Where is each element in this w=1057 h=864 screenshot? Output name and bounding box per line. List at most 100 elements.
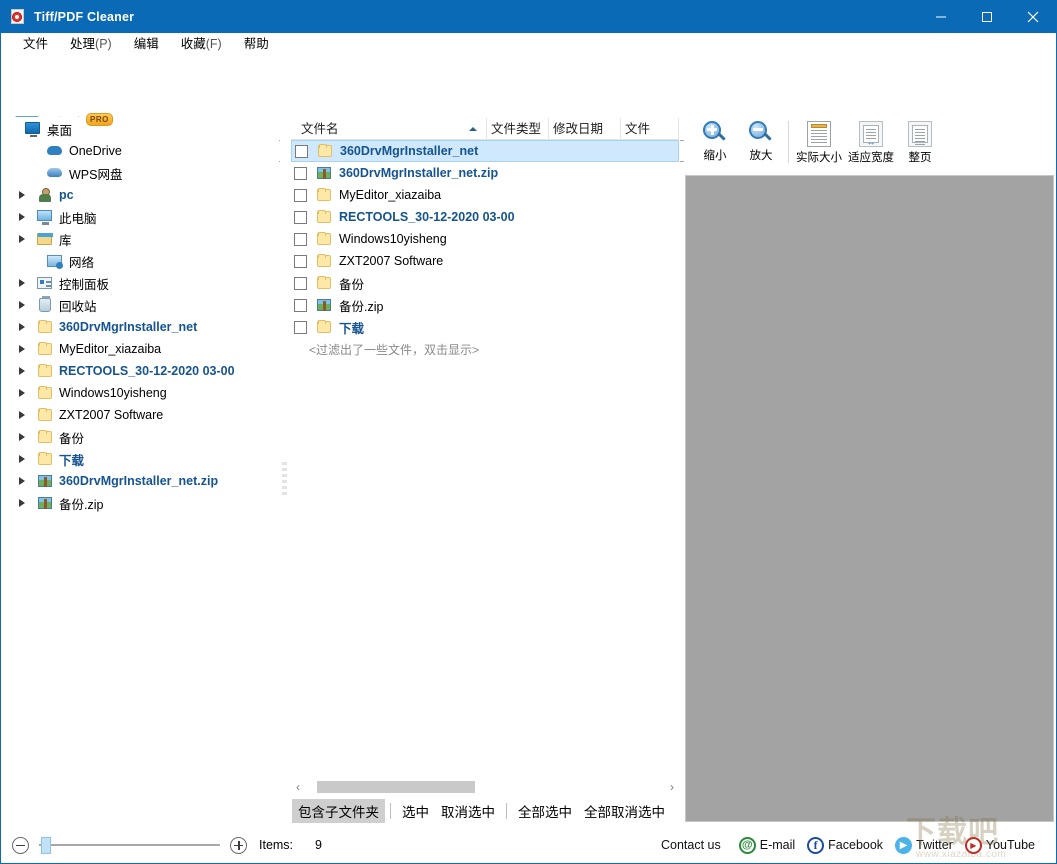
tree-item-label: 备份 [59,431,85,446]
expander-arrow-icon[interactable] [14,495,30,511]
expander-arrow-icon[interactable] [14,231,30,247]
menu-favorites[interactable]: 收藏(F) [170,34,233,55]
youtube-link[interactable]: ▶ YouTube [964,836,1035,854]
row-checkbox[interactable] [294,276,307,290]
row-checkbox[interactable] [294,210,307,224]
tree-item-label: 回收站 [59,299,97,314]
tree-item-network[interactable]: 网络 [4,250,278,272]
expander-arrow-icon[interactable] [14,275,30,291]
close-button[interactable] [1010,1,1056,33]
tree-item-wps-cloud[interactable]: WPS网盘 [4,162,278,184]
app-flower-icon [10,9,26,25]
file-list-row[interactable]: RECTOOLS_30-12-2020 03-00 [291,206,679,228]
scroll-right-icon[interactable]: › [665,780,679,794]
hscroll-track[interactable] [305,780,665,794]
plus-circle-icon[interactable] [230,836,247,854]
file-list-row[interactable]: ZXT2007 Software [291,250,679,272]
select-button[interactable]: 选中 [396,799,435,823]
menu-help[interactable]: 帮助 [233,34,280,55]
expander-arrow-icon[interactable] [14,473,30,489]
row-checkbox[interactable] [294,166,307,180]
tree-item-zxt2007-software[interactable]: ZXT2007 Software [4,404,278,426]
deselect-button[interactable]: 取消选中 [435,799,501,823]
file-list-row[interactable]: 备份.zip [291,294,679,316]
row-checkbox[interactable] [294,254,307,268]
email-link-label: E-mail [759,838,796,852]
tree-item-downloads[interactable]: 下载 [4,448,278,470]
actual-size-button[interactable]: 实际大小 [793,117,845,165]
file-list-hscrollbar[interactable]: ‹ › [291,779,679,795]
expander-arrow-icon[interactable] [14,341,30,357]
file-list-row[interactable]: MyEditor_xiazaiba [291,184,679,206]
tree-item-pc-user[interactable]: pc [4,184,278,206]
zip-icon [315,297,333,313]
select-all-button[interactable]: 全部选中 [512,799,578,823]
folder-tree[interactable]: 桌面 OneDrive WPS网盘 pc 此电脑 库 网络 控制面板 回收站 3… [3,117,279,824]
tree-item-onedrive[interactable]: OneDrive [4,140,278,162]
column-header-filesize[interactable]: 文件 [621,118,679,140]
tree-item-windows10yisheng[interactable]: Windows10yisheng [4,382,278,404]
zoom-out-button[interactable]: 缩小 [692,117,738,163]
file-list-row[interactable]: 360DrvMgrInstaller_net [291,140,679,162]
expander-arrow-icon[interactable] [14,187,30,203]
tree-item-desktop[interactable]: 桌面 [4,118,278,140]
file-list[interactable]: 文件名 文件类型 修改日期 文件 360DrvMgrInstaller_net … [290,117,680,782]
tree-item-360drvmgrinstaller-net-zip[interactable]: 360DrvMgrInstaller_net.zip [4,470,278,492]
tree-item-this-pc[interactable]: 此电脑 [4,206,278,228]
tree-item-control-panel[interactable]: 控制面板 [4,272,278,294]
tree-item-backup[interactable]: 备份 [4,426,278,448]
folder-icon [36,341,54,357]
file-list-row[interactable]: Windows10yisheng [291,228,679,250]
whole-page-button[interactable]: 整页 [897,117,943,165]
email-link[interactable]: @ E-mail [738,836,796,854]
column-header-moddate[interactable]: 修改日期 [549,118,621,140]
expander-arrow-icon[interactable] [14,319,30,335]
file-list-row[interactable]: 下载 [291,316,679,338]
facebook-link[interactable]: f Facebook [807,836,883,854]
zip-icon [315,165,333,181]
tree-item-recycle-bin[interactable]: 回收站 [4,294,278,316]
fit-width-button[interactable]: ↔ 适应宽度 [845,117,897,165]
row-checkbox[interactable] [294,298,307,312]
file-list-row[interactable]: 360DrvMgrInstaller_net.zip [291,162,679,184]
column-header-label: 文件类型 [491,121,542,136]
menu-file[interactable]: 文件 [12,34,59,55]
slider-thumb[interactable] [41,837,51,854]
hscroll-thumb[interactable] [317,781,475,793]
menu-process[interactable]: 处理(P) [59,34,123,55]
expander-arrow-icon[interactable] [14,407,30,423]
expander-arrow-icon[interactable] [14,209,30,225]
preview-canvas[interactable] [685,175,1054,822]
tree-item-myeditor-xiazaiba[interactable]: MyEditor_xiazaiba [4,338,278,360]
twitter-link[interactable]: ▶ Twitter [895,836,953,854]
menu-edit[interactable]: 编辑 [123,34,170,55]
row-checkbox[interactable] [294,188,307,202]
expander-arrow-icon[interactable] [14,429,30,445]
minus-circle-icon[interactable] [12,836,29,854]
deselect-all-button[interactable]: 全部取消选中 [578,799,671,823]
row-checkbox[interactable] [295,144,308,158]
zoom-in-button[interactable]: 放大 [738,117,784,163]
tree-list-splitter[interactable] [280,117,290,824]
row-checkbox[interactable] [294,320,307,334]
expander-arrow-icon[interactable] [14,451,30,467]
expander-arrow-icon[interactable] [14,297,30,313]
scroll-left-icon[interactable]: ‹ [291,780,305,794]
tree-item-libraries[interactable]: 库 [4,228,278,250]
file-list-row[interactable]: 备份 [291,272,679,294]
filtered-files-note[interactable]: <过滤出了一些文件，双击显示> [291,341,679,358]
thumbnail-size-slider[interactable] [39,836,220,854]
folder-icon [36,363,54,379]
column-header-filename[interactable]: 文件名 [291,118,487,140]
column-header-label: 文件名 [301,121,339,136]
row-checkbox[interactable] [294,232,307,246]
tree-item-rectools[interactable]: RECTOOLS_30-12-2020 03-00 [4,360,278,382]
include-subfolders-button[interactable]: 包含子文件夹 [292,799,385,823]
expander-arrow-icon[interactable] [14,363,30,379]
tree-item-360drvmgrinstaller-net[interactable]: 360DrvMgrInstaller_net [4,316,278,338]
expander-arrow-icon[interactable] [14,385,30,401]
maximize-button[interactable] [964,1,1010,33]
column-header-filetype[interactable]: 文件类型 [487,118,549,140]
minimize-button[interactable] [918,1,964,33]
tree-item-backup-zip[interactable]: 备份.zip [4,492,278,514]
